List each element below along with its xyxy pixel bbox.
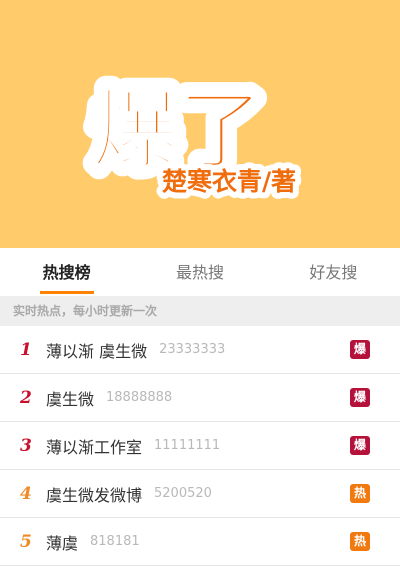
search-count: 18888888 xyxy=(106,390,173,405)
hot-badge: 爆 xyxy=(350,436,370,455)
topic-title: 薄以渐 虞生微 xyxy=(46,341,148,361)
ranking-tabs: 热搜榜 最热搜 好友搜 xyxy=(0,248,400,296)
trending-list: 1 薄以渐 虞生微 23333333 爆 2 虞生微 18888888 爆 3 … xyxy=(0,326,400,566)
update-notice: 实时热点，每小时更新一次 xyxy=(0,296,400,326)
tab-hot-search[interactable]: 热搜榜 xyxy=(0,248,133,296)
search-count: 23333333 xyxy=(159,342,226,357)
list-item[interactable]: 5 薄虞 818181 热 xyxy=(0,518,400,566)
search-count: 11111111 xyxy=(154,438,221,453)
book-banner: 爆了 爆了 楚寒衣青/著 楚寒衣青/著 xyxy=(0,0,400,248)
rank-number: 2 xyxy=(20,387,32,408)
book-author: 楚寒衣青/著 xyxy=(162,167,296,196)
topic-title: 薄以渐工作室 xyxy=(46,437,143,457)
hot-badge: 爆 xyxy=(350,388,370,407)
topic-title: 虞生微 xyxy=(46,389,95,409)
list-item[interactable]: 3 薄以渐工作室 11111111 爆 xyxy=(0,422,400,470)
rank-number: 4 xyxy=(20,483,32,504)
list-item[interactable]: 4 虞生微发微博 5200520 热 xyxy=(0,470,400,518)
book-title: 爆了 xyxy=(92,81,264,181)
tab-most-hot[interactable]: 最热搜 xyxy=(133,248,266,296)
search-count: 5200520 xyxy=(154,486,212,501)
list-item[interactable]: 2 虞生微 18888888 爆 xyxy=(0,374,400,422)
topic-title: 薄虞 xyxy=(46,533,79,553)
list-item[interactable]: 1 薄以渐 虞生微 23333333 爆 xyxy=(0,326,400,374)
book-logo: 爆了 爆了 楚寒衣青/著 楚寒衣青/著 xyxy=(81,70,302,202)
hot-badge: 爆 xyxy=(350,340,370,359)
hot-badge: 热 xyxy=(350,484,370,503)
tab-friends-search[interactable]: 好友搜 xyxy=(267,248,400,296)
search-count: 818181 xyxy=(90,534,140,549)
rank-number: 5 xyxy=(20,531,32,552)
rank-number: 1 xyxy=(20,339,32,360)
hot-badge: 热 xyxy=(350,532,370,551)
topic-title: 虞生微发微博 xyxy=(46,485,143,505)
rank-number: 3 xyxy=(20,435,32,456)
